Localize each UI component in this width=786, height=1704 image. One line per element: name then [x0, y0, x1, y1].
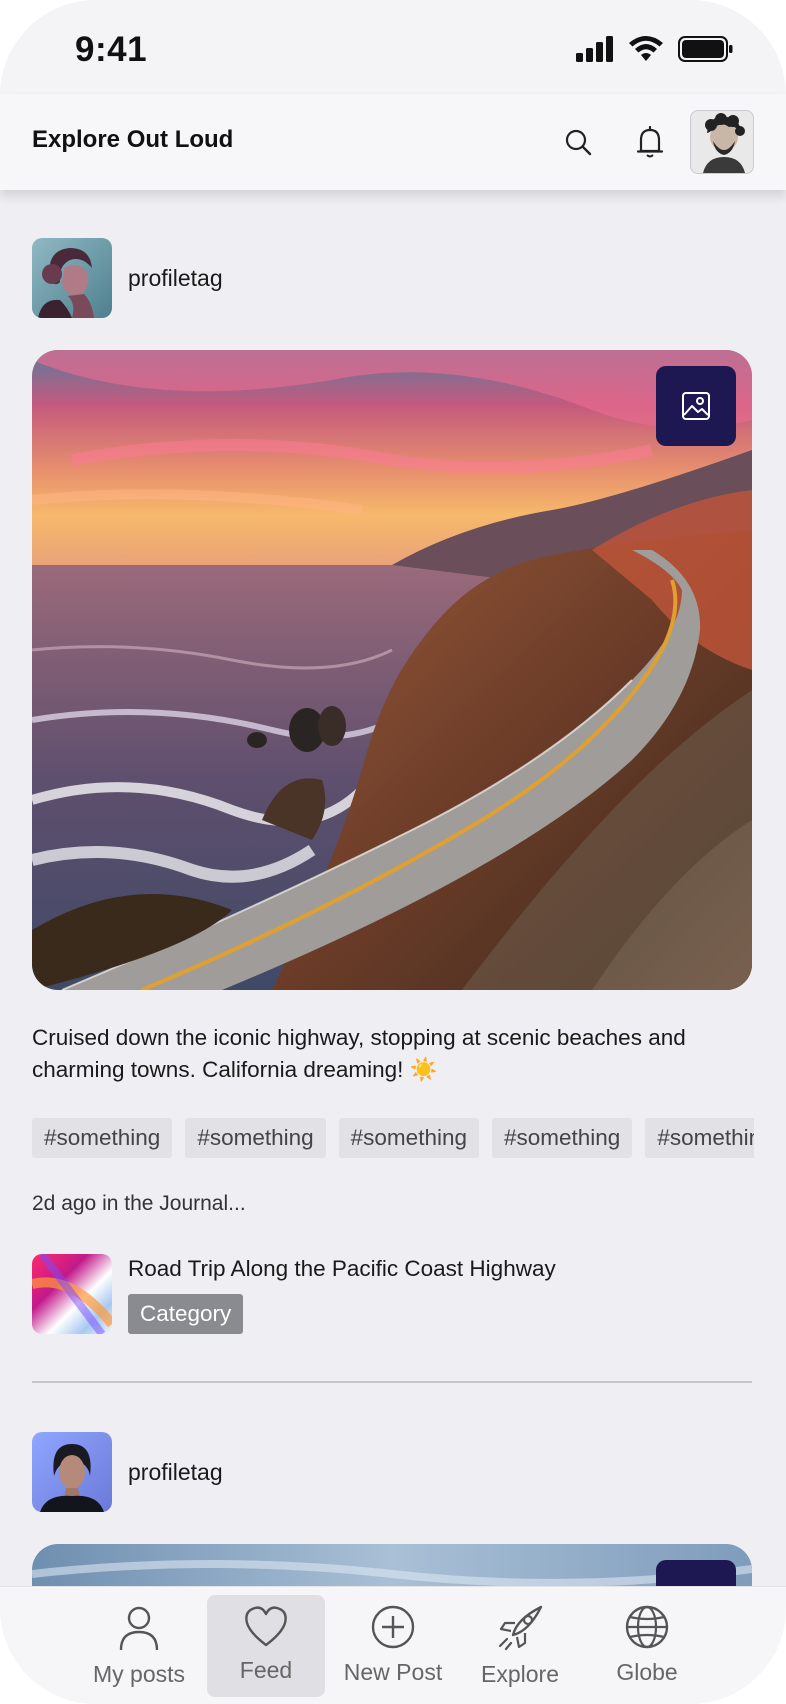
- image-type-badge: [656, 366, 736, 446]
- journal-entry-link[interactable]: Road Trip Along the Pacific Coast Highwa…: [32, 1254, 752, 1334]
- image-icon: [682, 392, 710, 420]
- post-avatar[interactable]: [32, 238, 112, 318]
- sky-photo: [32, 1544, 752, 1586]
- image-type-badge: [656, 1560, 736, 1586]
- journal-title: Road Trip Along the Pacific Coast Highwa…: [128, 1256, 556, 1281]
- app-title: Explore Out Loud: [32, 126, 234, 153]
- tab-feed[interactable]: Feed: [207, 1595, 325, 1697]
- battery-icon: [678, 36, 733, 62]
- post-header[interactable]: profiletag: [32, 238, 223, 318]
- user-avatar-image: [691, 111, 753, 173]
- search-icon: [565, 129, 592, 156]
- post-username[interactable]: profiletag: [128, 265, 223, 292]
- notifications-button[interactable]: [630, 122, 670, 162]
- coastal-highway-photo: [32, 350, 752, 990]
- journal-thumbnail-image: [32, 1254, 112, 1334]
- hashtag-chip[interactable]: #something: [185, 1118, 326, 1158]
- post-caption: Cruised down the iconic highway, stoppin…: [32, 1025, 686, 1082]
- bell-icon: [636, 125, 664, 158]
- tab-explore[interactable]: Explore: [461, 1595, 579, 1697]
- person-icon: [119, 1606, 159, 1651]
- hashtag-chip[interactable]: #something: [338, 1118, 479, 1158]
- hashtag-list: #something #something #something #something…: [32, 1118, 754, 1160]
- user-avatar-button[interactable]: [690, 110, 754, 174]
- tab-label: Feed: [239, 1657, 293, 1683]
- post-username[interactable]: profiletag: [128, 1459, 223, 1486]
- post-image[interactable]: [32, 1544, 752, 1586]
- hashtag-chip[interactable]: #something: [32, 1118, 173, 1158]
- heart-icon: [245, 1606, 287, 1647]
- tab-label: My posts: [92, 1661, 186, 1687]
- post-image[interactable]: [32, 350, 752, 990]
- status-time: 9:41: [75, 30, 148, 69]
- tab-label: Explore: [481, 1661, 559, 1687]
- rocket-icon: [498, 1605, 543, 1651]
- tab-my-posts[interactable]: My posts: [80, 1595, 198, 1697]
- bottom-tab-bar: My posts Feed New Post Explore Globe: [0, 1586, 786, 1704]
- tab-new-post[interactable]: New Post: [334, 1595, 452, 1697]
- post-divider: [32, 1381, 752, 1383]
- journal-timestamp: 2d ago in the Journal...: [32, 1192, 246, 1215]
- search-button[interactable]: [558, 122, 598, 162]
- tab-label: Globe: [616, 1659, 678, 1685]
- post-avatar-image: [32, 1432, 112, 1512]
- cellular-signal-icon: [576, 36, 613, 62]
- hashtag-chip[interactable]: #something: [491, 1118, 633, 1158]
- journal-thumbnail: [32, 1254, 112, 1334]
- tab-label: New Post: [343, 1659, 443, 1685]
- post-header[interactable]: profiletag: [32, 1432, 223, 1512]
- phone-screen: 9:41 Explore Out Loud profiletag Cruised…: [0, 0, 786, 1704]
- plus-circle-icon: [371, 1605, 415, 1649]
- wifi-icon: [629, 36, 663, 61]
- post-avatar[interactable]: [32, 1432, 112, 1512]
- category-badge[interactable]: Category: [128, 1294, 244, 1334]
- globe-icon: [625, 1605, 669, 1649]
- tab-globe[interactable]: Globe: [588, 1595, 706, 1697]
- hashtag-chip[interactable]: #something: [645, 1118, 754, 1158]
- app-header: Explore Out Loud: [0, 94, 786, 190]
- post-avatar-image: [32, 238, 112, 318]
- status-bar: 9:41: [0, 0, 786, 94]
- status-icons: [576, 36, 734, 62]
- feed: profiletag Cruised down the iconic highw…: [0, 190, 786, 1586]
